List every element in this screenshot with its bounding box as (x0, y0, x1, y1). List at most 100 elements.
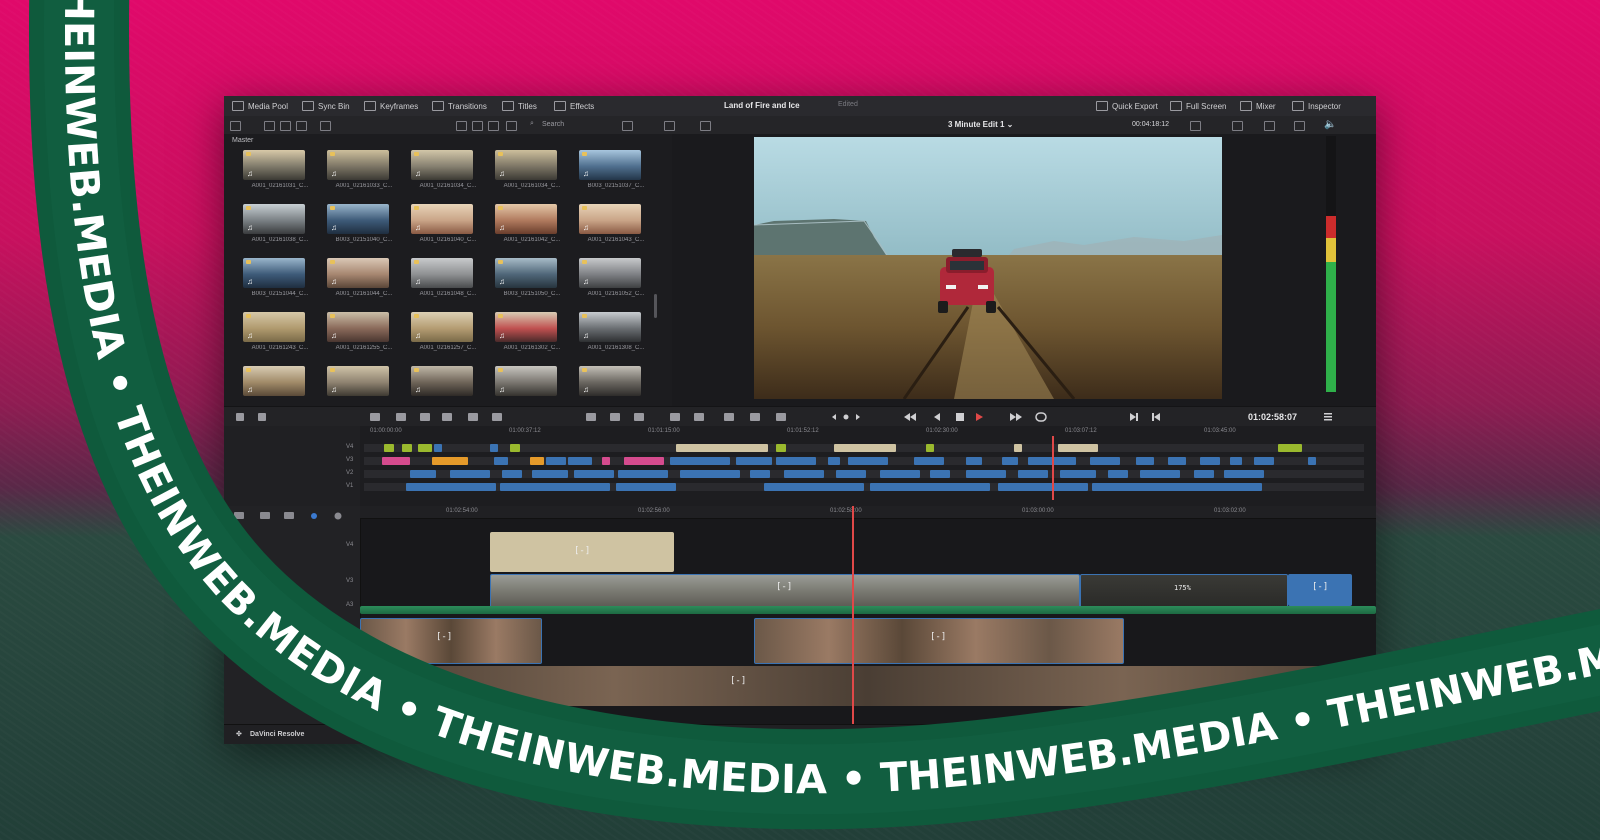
mini-clip[interactable] (784, 470, 824, 478)
media-clip[interactable]: ♫ A001_02161243_C... (240, 312, 324, 356)
mini-clip[interactable] (616, 483, 676, 491)
mini-clip[interactable] (776, 444, 786, 452)
mini-clip[interactable] (1140, 470, 1180, 478)
mini-clip[interactable] (834, 444, 896, 452)
media-clip[interactable]: ♫ A001_02161043_C... (576, 204, 660, 248)
media-clip[interactable]: ♫ (324, 366, 408, 410)
media-clip[interactable]: ♫ A001_02161052_C... (576, 258, 660, 302)
mini-clip[interactable] (1168, 457, 1186, 465)
timeline-selector[interactable]: 3 Minute Edit 1 ⌄ (948, 120, 1013, 129)
media-pool-button[interactable]: Media Pool (232, 101, 288, 111)
transform-icon[interactable] (1264, 121, 1275, 131)
mini-clip[interactable] (502, 470, 522, 478)
transitions-button[interactable]: Transitions (432, 101, 487, 111)
safe-area-icon[interactable] (700, 121, 711, 131)
mixer-button[interactable]: Mixer (1240, 101, 1276, 111)
sync-bin-button[interactable]: Sync Bin (302, 101, 350, 111)
mini-clip[interactable] (828, 457, 840, 465)
mini-clip[interactable] (1092, 483, 1262, 491)
viewer-mode-icon[interactable] (664, 121, 675, 131)
mini-clip[interactable] (500, 483, 610, 491)
mini-clip[interactable] (494, 457, 508, 465)
mini-clip[interactable] (764, 483, 864, 491)
mini-clip[interactable] (998, 483, 1088, 491)
media-clip[interactable]: ♫ A001_02161040_C... (408, 204, 492, 248)
media-clip[interactable]: ♫ A001_02161255_C... (324, 312, 408, 356)
mini-clip[interactable] (870, 483, 990, 491)
grid-view-icon[interactable] (472, 121, 483, 131)
media-clip[interactable]: ♫ (240, 366, 324, 410)
media-clip[interactable]: ♫ A001_02161038_C... (240, 204, 324, 248)
mini-clip[interactable] (602, 457, 610, 465)
mini-clip[interactable] (410, 470, 436, 478)
mini-clip[interactable] (546, 457, 566, 465)
edit-page-tab[interactable] (636, 731, 656, 738)
import-icon[interactable] (264, 121, 275, 131)
media-clip[interactable]: ♫ A001_02161308_C... (576, 312, 660, 356)
mini-clip[interactable] (1108, 470, 1128, 478)
mini-timeline[interactable]: 01:00:00:00 01:00:37:12 01:01:15:00 01:01:5… (224, 426, 1376, 506)
mini-clip[interactable] (490, 444, 498, 452)
mini-clip[interactable] (384, 444, 394, 452)
titles-button[interactable]: Titles (502, 101, 537, 111)
mini-clip[interactable] (676, 444, 768, 452)
mini-clip[interactable] (432, 457, 468, 465)
mini-clip[interactable] (1230, 457, 1242, 465)
mini-clip[interactable] (966, 457, 982, 465)
color-page-tab[interactable] (776, 731, 788, 738)
mini-clip[interactable] (1194, 470, 1214, 478)
mini-clip[interactable] (530, 457, 544, 465)
mini-clip[interactable] (1018, 470, 1048, 478)
mini-clip[interactable] (1136, 457, 1154, 465)
media-clip[interactable]: ♫ A001_02161302_C... (492, 312, 576, 356)
mini-playhead[interactable] (1052, 436, 1054, 500)
media-clip[interactable]: ♫ (408, 366, 492, 410)
mini-clip[interactable] (1060, 470, 1096, 478)
media-clip[interactable]: ♫ B003_02151050_C... (492, 258, 576, 302)
mini-clip[interactable] (1278, 444, 1302, 452)
mini-clip[interactable] (736, 457, 772, 465)
mini-clip[interactable] (406, 483, 496, 491)
new-bin-icon[interactable] (280, 121, 291, 131)
bin-list-toggle-icon[interactable] (230, 121, 241, 131)
mini-clip[interactable] (930, 470, 950, 478)
audio-track-a3[interactable] (360, 606, 1376, 614)
mini-clip[interactable] (532, 470, 568, 478)
media-clip[interactable]: ♫ (492, 366, 576, 410)
mini-clip[interactable] (624, 457, 664, 465)
mini-clip[interactable] (1058, 444, 1098, 452)
media-clip[interactable]: ♫ (576, 366, 660, 410)
media-clip[interactable]: ♫ A001_02161042_C... (492, 204, 576, 248)
link-icon[interactable] (320, 121, 331, 131)
media-clip[interactable]: ♫ A001_02161044_C... (324, 258, 408, 302)
mini-clip[interactable] (670, 457, 730, 465)
list-view-icon[interactable] (488, 121, 499, 131)
media-clip[interactable]: ♫ A001_02161048_C... (408, 258, 492, 302)
keyframes-button[interactable]: Keyframes (364, 101, 418, 111)
mini-clip[interactable] (418, 444, 432, 452)
media-clip[interactable]: ♫ A001_02161257_C... (408, 312, 492, 356)
mini-clip[interactable] (1224, 470, 1264, 478)
media-clip[interactable]: ♫ A001_02161034_C... (408, 150, 492, 194)
mini-clip[interactable] (1090, 457, 1120, 465)
mini-clip[interactable] (434, 444, 442, 452)
thumbnail-view-icon[interactable] (456, 121, 467, 131)
inspector-button[interactable]: Inspector (1292, 101, 1341, 111)
volume-icon[interactable]: 🔈 (1324, 119, 1336, 130)
mini-clip[interactable] (1308, 457, 1316, 465)
effects-button[interactable]: Effects (554, 101, 594, 111)
mini-clip[interactable] (966, 470, 1006, 478)
media-clip[interactable]: ♫ A001_02161034_C... (492, 150, 576, 194)
mini-clip[interactable] (848, 457, 888, 465)
mini-clip[interactable] (776, 457, 816, 465)
metadata-view-icon[interactable] (506, 121, 517, 131)
mini-clip[interactable] (680, 470, 740, 478)
fairlight-page-tab[interactable] (844, 731, 856, 738)
search-input[interactable]: Search (542, 121, 564, 128)
mini-clip[interactable] (574, 470, 614, 478)
full-screen-button[interactable]: Full Screen (1170, 101, 1226, 111)
mini-clip[interactable] (836, 470, 866, 478)
mini-clip[interactable] (1200, 457, 1220, 465)
viewer-size-icon[interactable] (1190, 121, 1201, 131)
mini-clip[interactable] (914, 457, 944, 465)
